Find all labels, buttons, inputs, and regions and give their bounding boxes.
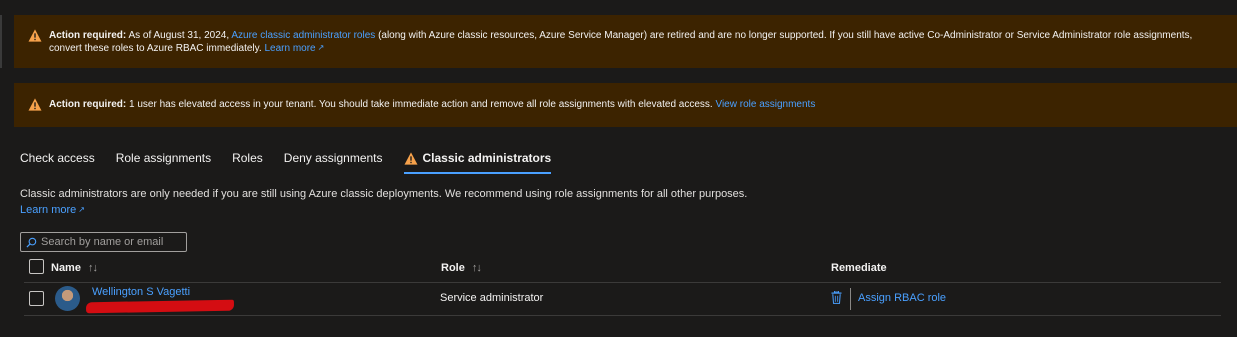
delete-icon[interactable] xyxy=(831,291,842,304)
retirement-warning-banner: Action required: As of August 31, 2024, … xyxy=(14,15,1237,68)
banner-bold: Action required: xyxy=(49,99,127,110)
tab-label: Classic administrators xyxy=(422,151,552,165)
action-divider xyxy=(850,288,851,310)
warning-icon xyxy=(28,98,42,111)
tab-roles[interactable]: Roles xyxy=(232,144,263,172)
learn-more-link[interactable]: Learn more ↗ xyxy=(20,204,85,216)
classic-admins-description: Classic administrators are only needed i… xyxy=(20,186,765,218)
external-link-icon: ↗ xyxy=(317,43,325,52)
tab-bar: Check access Role assignments Roles Deny… xyxy=(20,144,572,174)
elevated-access-banner: Action required: 1 user has elevated acc… xyxy=(14,83,1237,127)
sort-icon: ↑↓ xyxy=(471,262,482,274)
warning-icon xyxy=(28,29,42,42)
tab-role-assignments[interactable]: Role assignments xyxy=(116,144,211,172)
banner-text: 1 user has elevated access in your tenan… xyxy=(129,99,713,110)
row-divider xyxy=(24,315,1221,316)
learn-more-link[interactable]: Learn more ↗ xyxy=(264,43,324,54)
redacted-email xyxy=(85,299,235,314)
view-role-assignments-link[interactable]: View role assignments xyxy=(715,99,815,110)
sort-icon: ↑↓ xyxy=(87,262,98,274)
assign-rbac-role-link[interactable]: Assign RBAC role xyxy=(858,292,946,304)
search-icon xyxy=(26,237,37,248)
column-header-label: Remediate xyxy=(831,262,887,274)
tab-check-access[interactable]: Check access xyxy=(20,144,95,172)
column-header-name[interactable]: Name ↑↓ xyxy=(51,260,98,276)
avatar xyxy=(55,286,80,311)
column-header-role[interactable]: Role ↑↓ xyxy=(441,260,482,276)
panel-edge xyxy=(0,15,2,68)
description-text: Classic administrators are only needed i… xyxy=(20,188,748,200)
banner-text: As of August 31, 2024, xyxy=(128,30,230,41)
header-divider xyxy=(24,282,1221,283)
learn-more-label: Learn more xyxy=(264,43,316,54)
warning-icon xyxy=(404,151,417,165)
column-header-label: Name xyxy=(51,262,81,274)
tab-deny-assignments[interactable]: Deny assignments xyxy=(284,144,383,172)
external-link-icon: ↗ xyxy=(78,205,85,214)
search-input[interactable] xyxy=(41,236,181,248)
column-header-remediate: Remediate xyxy=(831,260,887,276)
banner-bold: Action required: xyxy=(49,30,127,41)
role-cell: Service administrator xyxy=(440,292,544,304)
banner-message: Action required: As of August 31, 2024, … xyxy=(49,30,1217,55)
tab-classic-administrators[interactable]: Classic administrators xyxy=(403,144,552,174)
column-header-label: Role xyxy=(441,262,465,274)
search-box[interactable] xyxy=(20,232,187,252)
classic-roles-link[interactable]: Azure classic administrator roles xyxy=(231,30,375,41)
select-all-checkbox[interactable] xyxy=(29,259,44,274)
user-name-link[interactable]: Wellington S Vagetti xyxy=(92,286,190,298)
row-checkbox[interactable] xyxy=(29,291,44,306)
learn-more-label: Learn more xyxy=(20,204,77,216)
banner-message: Action required: 1 user has elevated acc… xyxy=(49,99,815,111)
